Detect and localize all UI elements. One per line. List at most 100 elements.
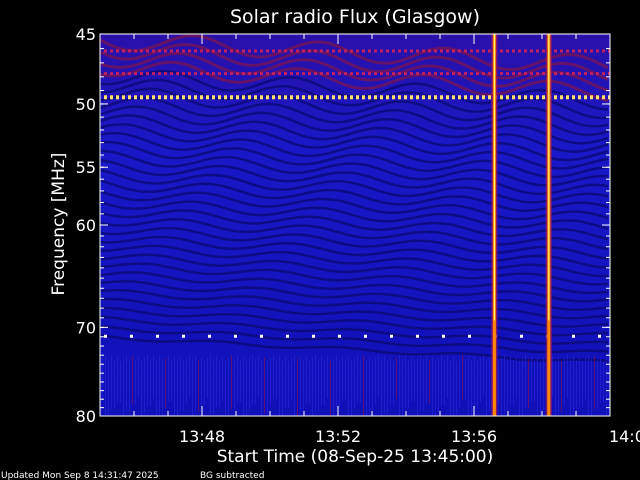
spectrogram-streak [273, 355, 274, 400]
spectrogram-streak [537, 357, 538, 416]
spectrogram-streak [360, 359, 361, 403]
interference-dot [320, 95, 323, 100]
spectrogram-streak [159, 357, 160, 416]
interference-dot [464, 72, 467, 76]
interference-dot [260, 95, 263, 100]
interference-dot [468, 334, 471, 338]
spectrogram-streak [348, 357, 349, 416]
interference-dot [122, 95, 125, 100]
interference-dot [554, 72, 557, 76]
spectrogram-streak [195, 356, 196, 413]
interference-dot [362, 95, 365, 100]
interference-dot [364, 334, 367, 338]
spectrogram-streak [225, 361, 226, 416]
interference-dot [446, 49, 449, 53]
interference-dot [134, 95, 137, 100]
interference-dot [284, 95, 287, 100]
burst-core [548, 34, 550, 321]
interference-dot [146, 72, 149, 76]
interference-dot [422, 49, 425, 53]
spectrogram-streak [246, 361, 247, 416]
y-tick-label: 80 [76, 407, 96, 426]
spectrogram-streak [204, 361, 205, 406]
interference-dot [488, 49, 491, 53]
interference-dot [356, 49, 359, 53]
spectrogram-streak [420, 355, 421, 411]
interference-dot [398, 72, 401, 76]
spectrogram-streak [540, 361, 541, 416]
spectrogram-streak [243, 357, 244, 416]
interference-dot [404, 49, 407, 53]
spectrogram-streak [186, 358, 187, 404]
interference-dot [290, 49, 293, 53]
spectrogram-streak [261, 360, 262, 416]
y-tick-label: 55 [76, 158, 96, 177]
interference-dot [260, 334, 263, 338]
interference-dot [572, 95, 575, 100]
interference-dot [512, 95, 515, 100]
interference-dot [200, 72, 203, 76]
spectrogram-streak [345, 360, 346, 401]
interference-dot [134, 72, 137, 76]
interference-dot [218, 72, 221, 76]
interference-dot [302, 95, 305, 100]
x-tick-label: 13:48 [179, 427, 225, 446]
interference-dot [488, 95, 491, 100]
spectrogram-streak [144, 358, 145, 414]
interference-dot [488, 72, 491, 76]
spectrogram-streak [558, 357, 559, 413]
x-axis-label: Start Time (08-Sep-25 13:45:00) [217, 447, 494, 467]
interference-dot [308, 72, 311, 76]
spectrogram-streak [474, 357, 475, 410]
interference-dot [530, 72, 533, 76]
interference-dot [272, 72, 275, 76]
spectrogram-streak [441, 355, 442, 406]
spectrogram-streak [429, 360, 430, 404]
spectrogram-streak [483, 355, 484, 396]
interference-dot [170, 95, 173, 100]
interference-dot [236, 72, 239, 76]
interference-dot [206, 95, 209, 100]
spectrogram-streak [306, 357, 307, 404]
interference-dot [590, 72, 593, 76]
interference-dot [104, 49, 107, 53]
interference-dot [308, 95, 311, 100]
spectrogram-streak [117, 357, 118, 403]
spectrogram-streak [576, 360, 577, 415]
interference-dot [584, 95, 587, 100]
spectrogram-streak [336, 355, 337, 408]
spectrogram-streak [555, 360, 556, 416]
interference-dot [476, 95, 479, 100]
interference-dot [386, 95, 389, 100]
interference-dot [242, 95, 245, 100]
spectrogram-streak [234, 359, 235, 410]
spectrogram-streak [210, 355, 211, 415]
spectrogram-streak [390, 357, 391, 407]
spectrogram-streak [579, 357, 580, 408]
interference-dot [464, 49, 467, 53]
spectrogram-streak [399, 355, 400, 416]
interference-dot [212, 95, 215, 100]
spectrogram-streak [114, 360, 115, 410]
interference-dot [128, 95, 131, 100]
spectrogram-streak [129, 359, 130, 412]
x-tick-label: 13:56 [451, 427, 497, 446]
interference-dot [188, 95, 191, 100]
spectrogram-streak [384, 356, 385, 414]
interference-dot [572, 334, 575, 338]
interference-dot [314, 49, 317, 53]
interference-dot [542, 72, 545, 76]
spectrogram-streak [585, 358, 586, 401]
interference-dot [390, 334, 393, 338]
spectrogram-streak [150, 359, 151, 407]
interference-dot [590, 95, 593, 100]
interference-dot [416, 72, 419, 76]
interference-dot [392, 49, 395, 53]
spectrogram-streak [342, 356, 343, 401]
interference-dot [104, 334, 107, 338]
interference-dot [278, 49, 281, 53]
interference-dot [362, 72, 365, 76]
spectrogram-streak [381, 359, 382, 416]
interference-dot [368, 72, 371, 76]
interference-dot [584, 72, 587, 76]
